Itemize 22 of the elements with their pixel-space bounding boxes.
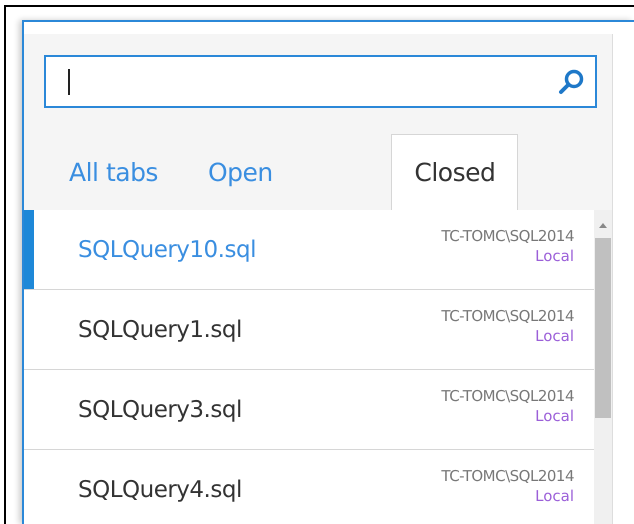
tab[interactable]: Closed (391, 134, 518, 210)
location-label: Local (535, 326, 574, 344)
file-name: SQLQuery4.sql (78, 476, 243, 502)
file-name: SQLQuery3.sql (78, 396, 243, 422)
location-label: Local (535, 246, 574, 264)
file-row[interactable]: SQLQuery3.sql TC-TOMC\SQL2014 Local (24, 370, 594, 449)
location-label: Local (535, 406, 574, 424)
server-name: TC-TOMC\SQL2014 (441, 466, 574, 484)
search-icon (557, 68, 585, 96)
scrollbar[interactable] (594, 210, 612, 524)
search-field[interactable] (44, 55, 597, 108)
server-name: TC-TOMC\SQL2014 (441, 226, 574, 244)
server-name: TC-TOMC\SQL2014 (441, 386, 574, 404)
file-row[interactable]: SQLQuery1.sql TC-TOMC\SQL2014 Local (24, 290, 594, 369)
scroll-up-icon[interactable] (599, 223, 607, 228)
file-name: SQLQuery10.sql (78, 236, 257, 262)
server-name: TC-TOMC\SQL2014 (441, 306, 574, 324)
file-row[interactable]: SQLQuery4.sql TC-TOMC\SQL2014 Local (24, 450, 594, 524)
file-name: SQLQuery1.sql (78, 316, 243, 342)
text-cursor (68, 68, 70, 94)
location-label: Local (535, 486, 574, 504)
scroll-thumb[interactable] (595, 238, 611, 418)
